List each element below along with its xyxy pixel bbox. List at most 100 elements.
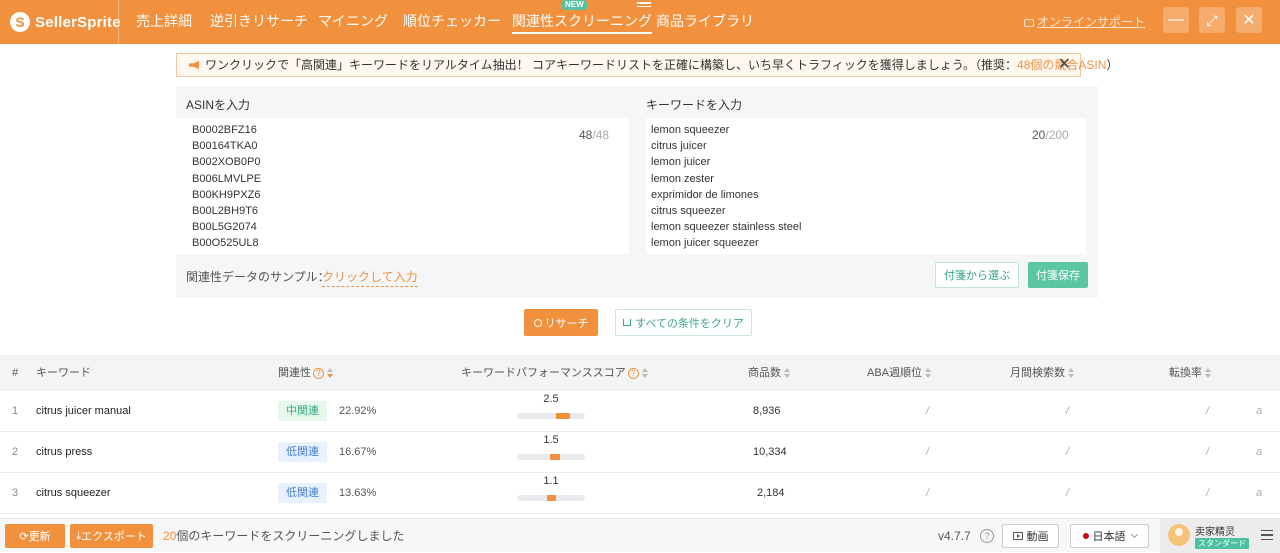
collapse-menu-icon[interactable]: [637, 2, 651, 10]
col-monthly[interactable]: 月間検索数: [1010, 355, 1075, 391]
chat-icon: [1024, 19, 1034, 27]
menu-icon[interactable]: [1261, 530, 1273, 543]
col-monthly-label: 月間検索数: [1010, 367, 1065, 379]
language-select[interactable]: 日本語: [1070, 524, 1149, 548]
keyword-textarea[interactable]: lemon squeezer citrus juicer lemon juice…: [646, 118, 1086, 254]
research-button[interactable]: リサーチ: [524, 309, 598, 336]
col-keyword: キーワード: [36, 367, 91, 379]
keyword-count-max: /200: [1045, 128, 1069, 142]
refresh-button[interactable]: ⟳ 更新: [5, 524, 65, 548]
asin-line: B00O525UL8: [192, 237, 259, 250]
chevron-down-icon: [1130, 530, 1138, 539]
online-support-link[interactable]: オンラインサポート: [1024, 13, 1145, 30]
new-badge: NEW: [562, 0, 587, 10]
clear-icon: [623, 319, 632, 326]
nav-product-library[interactable]: 商品ライブラリ: [656, 0, 754, 44]
table-row[interactable]: 3 citrus squeezer 低関連 13.63% 1.1 2,184 /…: [0, 473, 1280, 514]
help-icon[interactable]: ?: [627, 367, 639, 379]
monthly-searches: /: [1066, 405, 1070, 417]
sort-icon[interactable]: [327, 368, 334, 379]
language-label: 日本語: [1092, 531, 1126, 543]
minimize-button[interactable]: —: [1163, 7, 1189, 33]
col-score-label: キーワードパフォーマンススコア: [461, 367, 626, 379]
asin-list: B0002BFZ16 B00164TKA0 B002XOB0P0 B006LMV…: [192, 122, 261, 252]
export-label: エクスポート: [81, 531, 147, 543]
aba-rank: /: [926, 487, 930, 499]
nav-reverse-lookup[interactable]: 逆引きリサーチ: [210, 0, 308, 44]
app-logo[interactable]: S SellerSprite: [10, 10, 121, 34]
video-icon: [1012, 532, 1023, 540]
score-bar: [517, 454, 585, 460]
amazon-link[interactable]: a: [1256, 391, 1262, 431]
notice-suffix: ）: [1106, 58, 1119, 72]
row-keyword[interactable]: citrus press: [36, 432, 92, 472]
conversion-rate: /: [1206, 487, 1210, 499]
col-score[interactable]: キーワードパフォーマンススコア?: [461, 355, 649, 391]
user-name: 卖家精灵: [1195, 527, 1235, 538]
maximize-button[interactable]: ⤢: [1199, 7, 1225, 33]
export-button[interactable]: ⤓ エクスポート: [70, 524, 153, 548]
col-aba[interactable]: ABA週順位: [867, 355, 932, 391]
col-conversion-label: 転換率: [1169, 367, 1202, 379]
keyword-line: lemon juicer: [651, 156, 711, 169]
sort-icon[interactable]: [1205, 368, 1212, 379]
table-row[interactable]: 1 citrus juicer manual 中関連 22.92% 2.5 8,…: [0, 391, 1280, 432]
megaphone-icon: [189, 61, 199, 69]
notice-text: ワンクリックで「高関連」キーワードをリアルタイム抽出！ コアキーワードリストを正…: [205, 58, 1018, 72]
asin-line: B00L2BH9T6: [192, 205, 259, 218]
clear-conditions-button[interactable]: すべての条件をクリア: [615, 309, 752, 336]
relevance-badge: 低関連: [278, 483, 327, 503]
relevance-percent: 16.67%: [339, 446, 377, 458]
logo-icon: S: [10, 12, 30, 32]
divider: [118, 0, 119, 44]
status-message: 個のキーワードをスクリーニングしました: [176, 529, 405, 543]
monthly-searches: /: [1066, 446, 1070, 458]
video-button[interactable]: 動画: [1002, 524, 1059, 548]
asin-input-label: ASINを入力: [186, 98, 251, 112]
amazon-link[interactable]: a: [1256, 473, 1262, 513]
product-count: 10,334: [753, 446, 787, 458]
asin-count-max: /48: [592, 128, 610, 142]
help-icon[interactable]: ?: [980, 529, 994, 543]
notice-close-icon[interactable]: ✕: [1058, 54, 1071, 76]
col-conversion[interactable]: 転換率: [1169, 355, 1212, 391]
keyword-line: lemon juicer squeezer: [651, 237, 759, 250]
col-products-label: 商品数: [748, 367, 781, 379]
asin-line: B00KH9PXZ6: [192, 188, 261, 201]
asin-textarea[interactable]: B0002BFZ16 B00164TKA0 B002XOB0P0 B006LMV…: [176, 118, 629, 254]
row-num: 2: [12, 446, 19, 458]
sort-icon[interactable]: [925, 368, 932, 379]
score-bar-fill: [547, 495, 557, 501]
table-row[interactable]: 2 citrus press 低関連 16.67% 1.5 10,334 / /…: [0, 432, 1280, 473]
help-icon[interactable]: ?: [313, 367, 324, 379]
japan-flag-icon: [1082, 533, 1089, 539]
version-label: v4.7.7: [938, 529, 971, 543]
keyword-line: exprimidor de limones: [651, 188, 759, 201]
sort-icon[interactable]: [641, 368, 649, 379]
pick-from-tags-button[interactable]: 付箋から選ぶ: [935, 262, 1019, 288]
keyword-count: 20/200: [1032, 128, 1069, 142]
close-button[interactable]: ✕: [1236, 7, 1262, 33]
promo-notice: ワンクリックで「高関連」キーワードをリアルタイム抽出！ コアキーワードリストを正…: [176, 53, 1118, 77]
sort-icon[interactable]: [784, 368, 791, 379]
row-keyword[interactable]: citrus juicer manual: [36, 391, 131, 431]
keyword-line: lemon squeezer stainless steel: [651, 221, 802, 234]
search-icon: [533, 318, 542, 327]
sort-icon[interactable]: [1068, 368, 1075, 379]
col-products[interactable]: 商品数: [748, 355, 791, 391]
col-relevance[interactable]: 関連性?: [278, 355, 334, 391]
amazon-link[interactable]: a: [1256, 432, 1262, 472]
relevance-percent: 13.63%: [339, 487, 377, 499]
keyword-line: lemon squeezer: [651, 124, 730, 136]
nav-sales-detail[interactable]: 売上詳細: [136, 0, 192, 44]
relevance-percent: 22.92%: [339, 405, 377, 417]
nav-rank-checker[interactable]: 順位チェッカー: [403, 0, 501, 44]
sample-fill-link[interactable]: クリックして入力: [322, 268, 418, 287]
relevance-badge: 中関連: [278, 401, 327, 421]
conversion-rate: /: [1206, 405, 1210, 417]
row-keyword[interactable]: citrus squeezer: [36, 473, 111, 513]
avatar: [1168, 524, 1190, 546]
nav-mining[interactable]: マイニング: [318, 0, 388, 44]
score-bar: [517, 495, 585, 501]
save-tags-button[interactable]: 付箋保存: [1028, 262, 1088, 288]
